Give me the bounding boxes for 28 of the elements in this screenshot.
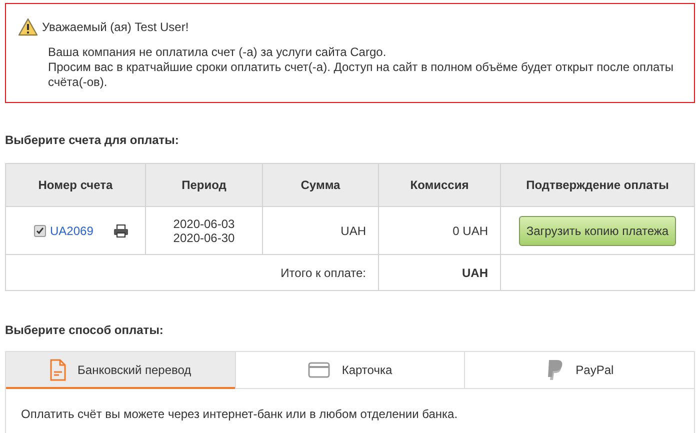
invoice-checkbox[interactable] (34, 224, 46, 236)
alert-message: Ваша компания не оплатила счет (-а) за услуги сайта Cargo. Просим вас в кратчайшие сроки оплатить счет(-а). Доступ на сайт в полном объёме будет открыт после оплаты счёта(-ов). (48, 45, 675, 90)
payment-tab[interactable]: PayPal (464, 352, 694, 389)
commission-cell: 0 UAH (378, 206, 500, 254)
upload-payment-button[interactable]: Загрузить копию платежа (519, 216, 676, 246)
section-heading: Выберите способ оплаты: (5, 322, 164, 339)
document-icon (50, 358, 66, 380)
period-end: 2020-06-30 (172, 230, 236, 244)
amount-cell: UAH (262, 206, 378, 254)
column-header: Номер счета (6, 164, 146, 206)
section-heading: Выберите счета для оплаты: (5, 132, 180, 149)
checkmark-icon (36, 226, 44, 234)
total-label: Итого к оплате: (6, 254, 378, 290)
printer-icon[interactable] (113, 224, 129, 238)
period-start: 2020-06-03 (172, 216, 236, 230)
warning-icon (18, 18, 38, 36)
column-header: Период (146, 164, 262, 206)
payment-tab[interactable]: Банковский перевод (6, 352, 235, 389)
total-cell: UAH (378, 254, 500, 290)
column-header: Сумма (262, 164, 378, 206)
alert-greeting: Уважаемый (ая) Test User! (42, 19, 189, 36)
paypal-logo-icon (546, 359, 564, 381)
tab-content-text: Оплатить счёт вы можете через интернет-банк или в любом отделении банка. (20, 406, 459, 423)
column-header: Подтверждение оплаты (500, 164, 694, 206)
column-header: Комиссия (378, 164, 500, 206)
payment-tab[interactable]: Карточка (234, 352, 464, 389)
credit-card-icon (308, 362, 330, 378)
invoice-link[interactable]: UA2069 (50, 222, 94, 240)
